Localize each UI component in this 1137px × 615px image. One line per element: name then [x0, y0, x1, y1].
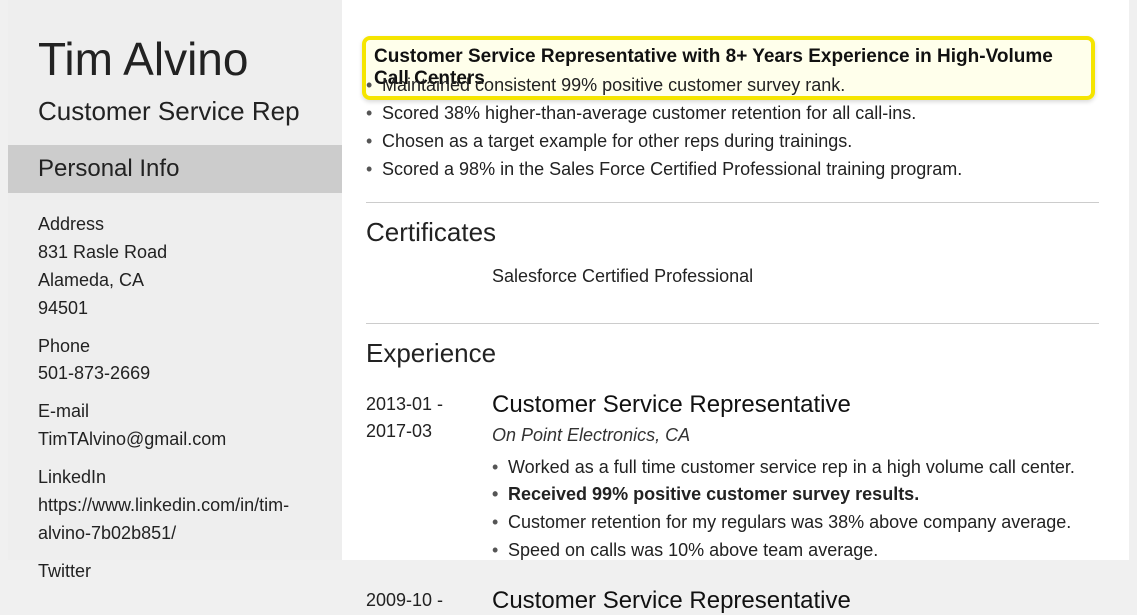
certificates-header: Certificates: [366, 202, 1099, 248]
phone-label: Phone: [38, 333, 322, 361]
certificate-row: Salesforce Certified Professional: [366, 248, 1099, 305]
experience-bullet: Received 99% positive customer survey re…: [492, 481, 1099, 509]
address-zip: 94501: [38, 295, 322, 323]
experience-entry: 2013-01 - 2017-03 Customer Service Repre…: [366, 369, 1099, 566]
main-content: Customer Service Representative with 8+ …: [342, 0, 1129, 560]
summary-bullets: Maintained consistent 99% positive custo…: [366, 0, 1099, 184]
experience-dates: 2013-01 - 2017-03: [366, 391, 492, 566]
sidebar: Tim Alvino Customer Service Rep Personal…: [8, 0, 342, 560]
certificate-date-spacer: [366, 266, 492, 287]
personal-info-header: Personal Info: [8, 145, 342, 193]
person-name: Tim Alvino: [8, 0, 342, 86]
email-value: TimTAlvino@gmail.com: [38, 426, 322, 454]
summary-bullet: Maintained consistent 99% positive custo…: [366, 72, 1099, 100]
experience-bullet: Customer retention for my regulars was 3…: [492, 509, 1099, 537]
linkedin-label: LinkedIn: [38, 464, 322, 492]
twitter-label: Twitter: [38, 558, 322, 586]
address-label: Address: [38, 211, 322, 239]
experience-title: Customer Service Representative: [492, 391, 1099, 419]
experience-body: Customer Service Representative On Point…: [492, 391, 1099, 566]
summary-bullet: Scored a 98% in the Sales Force Certifie…: [366, 156, 1099, 184]
summary-bullet: Chosen as a target example for other rep…: [366, 128, 1099, 156]
certificate-value: Salesforce Certified Professional: [492, 266, 753, 287]
person-title: Customer Service Rep: [8, 86, 342, 145]
resume-page: Tim Alvino Customer Service Rep Personal…: [8, 0, 1129, 560]
email-label: E-mail: [38, 398, 322, 426]
summary-bullet: Scored 38% higher-than-average customer …: [366, 100, 1099, 128]
experience-entry: 2009-10 - Customer Service Representativ…: [366, 565, 1099, 615]
experience-bullets: Worked as a full time customer service r…: [492, 454, 1099, 566]
linkedin-value: https://www.linkedin.com/in/tim-alvino-7…: [38, 492, 322, 548]
phone-value: 501-873-2669: [38, 360, 322, 388]
experience-body: Customer Service Representative: [492, 587, 1099, 615]
experience-bullet: Worked as a full time customer service r…: [492, 454, 1099, 482]
address-line2: Alameda, CA: [38, 267, 322, 295]
experience-company: On Point Electronics, CA: [492, 419, 1099, 454]
experience-bullet: Speed on calls was 10% above team averag…: [492, 537, 1099, 565]
experience-title: Customer Service Representative: [492, 587, 1099, 615]
personal-info-block: Address 831 Rasle Road Alameda, CA 94501…: [8, 193, 342, 586]
address-line1: 831 Rasle Road: [38, 239, 322, 267]
experience-header: Experience: [366, 323, 1099, 369]
experience-dates: 2009-10 -: [366, 587, 492, 615]
